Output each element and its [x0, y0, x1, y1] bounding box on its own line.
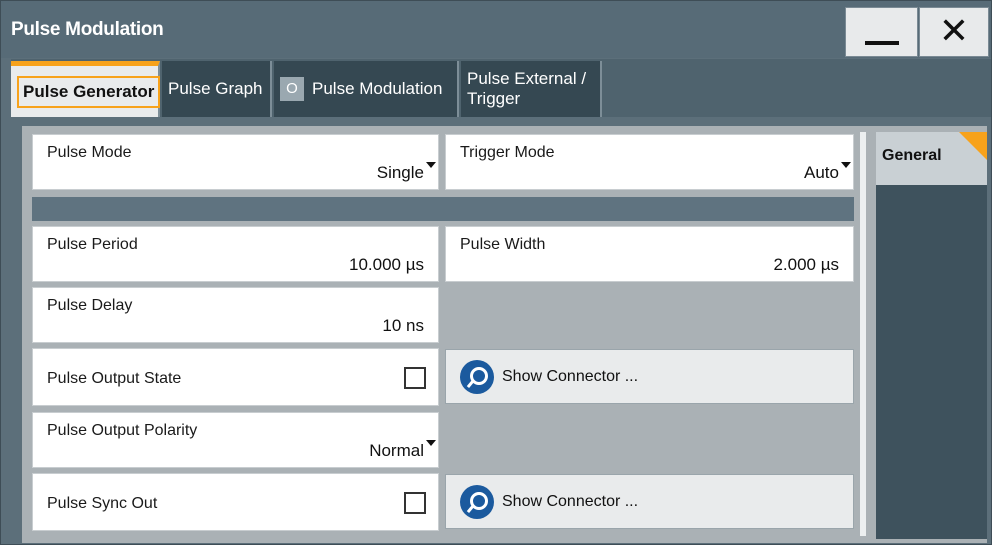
- field-value: Single: [376, 163, 424, 182]
- state-indicator: O: [280, 77, 304, 101]
- tab-bar: Pulse Generator Pulse Graph O Pulse Modu…: [11, 59, 991, 117]
- minimize-button[interactable]: [845, 7, 918, 57]
- tab-pulse-modulation[interactable]: O Pulse Modulation: [274, 61, 459, 117]
- pulse-period-field[interactable]: Pulse Period 10.000 µs: [32, 226, 439, 282]
- minimize-icon: [864, 41, 899, 45]
- title-bar[interactable]: Pulse Modulation ✕: [1, 1, 991, 58]
- button-label: Show Connector ...: [502, 492, 639, 510]
- field-label: Pulse Period: [47, 236, 138, 253]
- magnifier-icon: [460, 484, 494, 519]
- field-value: 10.000 µs: [348, 255, 424, 274]
- field-value: Normal: [369, 441, 424, 460]
- pulse-output-polarity-dropdown[interactable]: Pulse Output Polarity Normal: [32, 412, 439, 468]
- pulse-modulation-dialog: Pulse Modulation ✕ Pulse Generator Pulse…: [0, 0, 992, 545]
- button-label: Show Connector ...: [502, 367, 639, 385]
- side-tab-label: General: [882, 147, 942, 164]
- field-value: Auto: [804, 163, 839, 182]
- close-button[interactable]: ✕: [919, 7, 989, 57]
- tab-label: Pulse External / Trigger: [467, 69, 587, 108]
- pulse-sync-out-checkbox[interactable]: [404, 492, 426, 514]
- field-label: Trigger Mode: [460, 144, 555, 161]
- field-label: Pulse Sync Out: [47, 495, 158, 512]
- tab-pulse-graph[interactable]: Pulse Graph: [162, 61, 272, 117]
- field-label: Pulse Delay: [47, 297, 133, 314]
- tab-label: Pulse Graph: [168, 79, 263, 98]
- tab-pulse-external-trigger[interactable]: Pulse External / Trigger: [461, 61, 602, 117]
- dropdown-caret-icon: [426, 162, 436, 168]
- trigger-mode-dropdown[interactable]: Trigger Mode Auto: [445, 134, 854, 190]
- field-label: Pulse Mode: [47, 144, 132, 161]
- window-title: Pulse Modulation: [11, 19, 164, 40]
- settings-panel: Pulse Mode Single Trigger Mode Auto Puls…: [22, 126, 987, 543]
- field-value: 10 ns: [382, 316, 424, 335]
- dropdown-caret-icon: [426, 440, 436, 446]
- pulse-output-state-row: Pulse Output State: [32, 348, 439, 406]
- field-label: Pulse Output State: [47, 370, 182, 387]
- show-connector-button[interactable]: Show Connector ...: [445, 349, 854, 404]
- close-icon: ✕: [938, 11, 970, 52]
- field-value: 2.000 µs: [773, 255, 839, 274]
- pulse-output-state-checkbox[interactable]: [404, 367, 426, 389]
- section-separator: [32, 197, 854, 221]
- side-tab-general[interactable]: General: [876, 132, 987, 185]
- pulse-sync-out-row: Pulse Sync Out: [32, 473, 439, 531]
- scrollbar[interactable]: [860, 132, 866, 536]
- pulse-width-field[interactable]: Pulse Width 2.000 µs: [445, 226, 854, 282]
- show-connector-button[interactable]: Show Connector ...: [445, 474, 854, 529]
- magnifier-icon: [460, 359, 494, 394]
- side-tab-panel: General: [876, 132, 987, 539]
- dropdown-caret-icon: [841, 162, 851, 168]
- pulse-mode-dropdown[interactable]: Pulse Mode Single: [32, 134, 439, 190]
- field-label: Pulse Output Polarity: [47, 422, 198, 439]
- tab-pulse-generator[interactable]: Pulse Generator: [11, 61, 161, 117]
- active-corner-marker: [959, 132, 987, 160]
- field-label: Pulse Width: [460, 236, 546, 253]
- pulse-delay-field[interactable]: Pulse Delay 10 ns: [32, 287, 439, 343]
- tab-label: Pulse Generator: [17, 75, 161, 108]
- tab-label: Pulse Modulation: [312, 79, 443, 98]
